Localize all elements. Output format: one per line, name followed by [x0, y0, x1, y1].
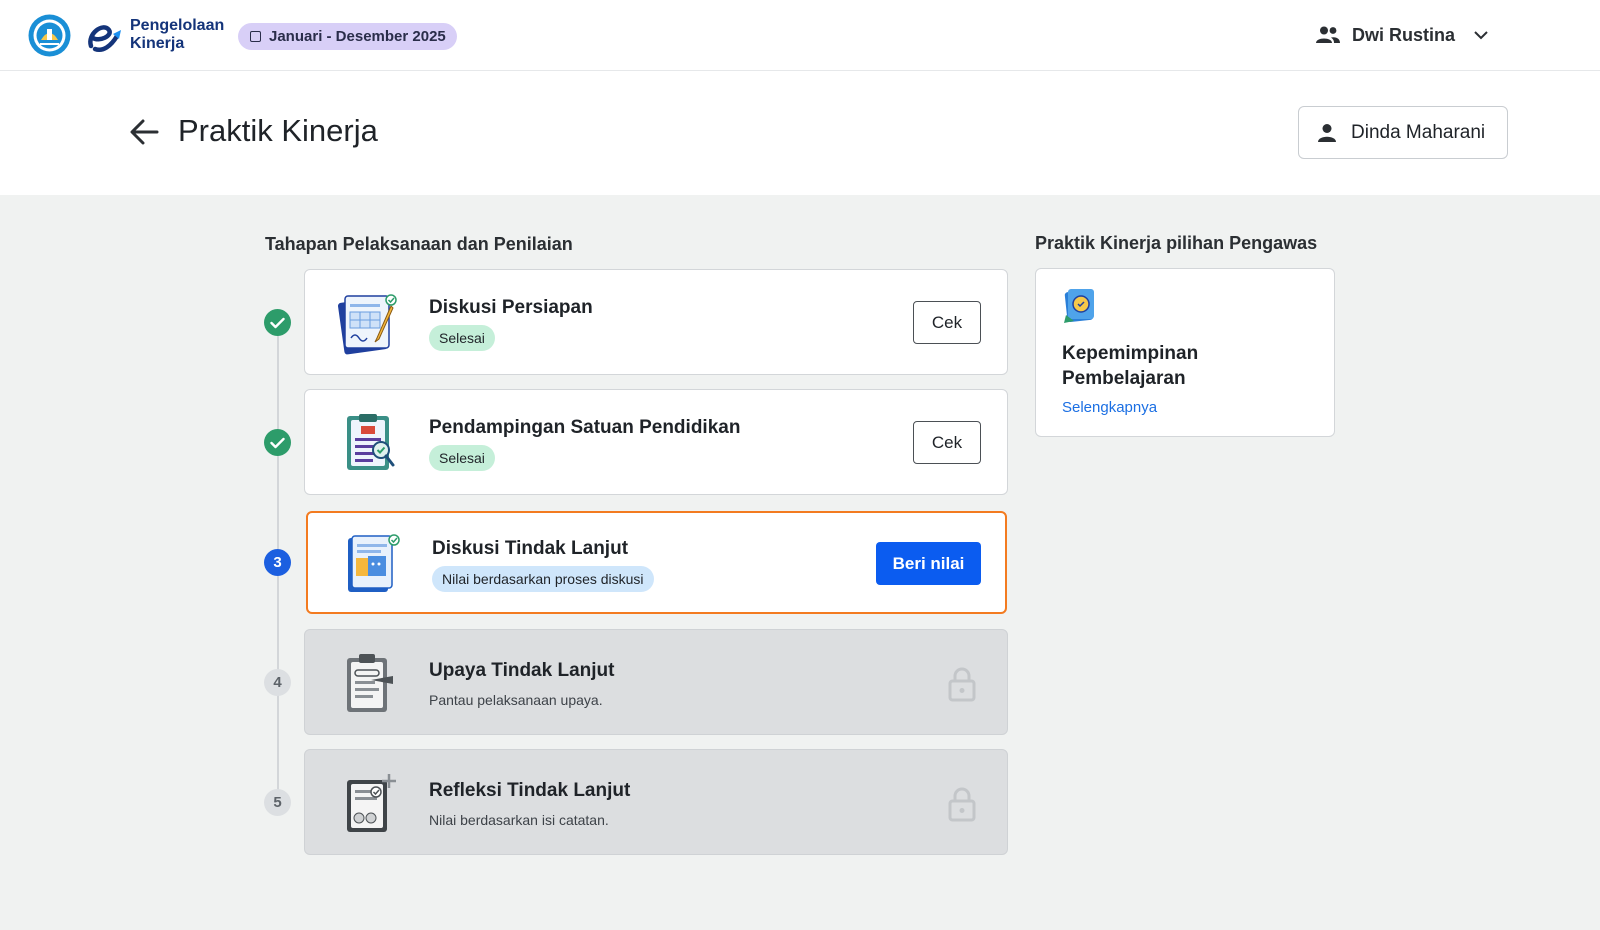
app-name-line2: Kinerja	[130, 35, 185, 52]
step-title: Refleksi Tindak Lanjut	[429, 780, 631, 801]
choice-section-title: Praktik Kinerja pilihan Pengawas	[1035, 233, 1318, 253]
step-1-marker	[264, 309, 291, 336]
step-card-diskusi-persiapan: Diskusi Persiapan Selesai Cek	[304, 269, 1008, 375]
clipboard-icon	[347, 654, 393, 712]
back-button[interactable]	[128, 116, 160, 148]
check-icon	[270, 437, 285, 448]
step-card-pendampingan: Pendampingan Satuan Pendidikan Selesai C…	[304, 389, 1008, 495]
status-badge: Selesai	[429, 325, 495, 351]
gov-emblem-icon	[28, 14, 71, 57]
status-badge: Nilai berdasarkan proses diskusi	[432, 566, 654, 592]
teacher-name: Dinda Maharani	[1351, 121, 1486, 143]
steps-section-title: Tahapan Pelaksanaan dan Penilaian	[265, 234, 573, 254]
step-title: Diskusi Tindak Lanjut	[432, 538, 629, 559]
lock-icon	[948, 667, 976, 702]
beri-nilai-button[interactable]: Beri nilai	[876, 542, 981, 585]
app-logo-icon	[88, 25, 121, 52]
document-icon	[347, 774, 396, 832]
step-3-marker: 3	[264, 549, 291, 576]
page-header: Praktik Kinerja Dinda Maharani	[0, 71, 1600, 195]
step-title: Pendampingan Satuan Pendidikan	[429, 417, 741, 438]
app-name-line1: Pengelolaan	[130, 17, 225, 34]
users-icon	[1316, 26, 1340, 43]
step-card-refleksi-tindak-lanjut: Refleksi Tindak Lanjut Nilai berdasarkan…	[304, 749, 1008, 855]
top-navigation-bar: Pengelolaan Kinerja Januari - Desember 2…	[0, 0, 1600, 71]
lock-icon	[948, 787, 976, 822]
user-name: Dwi Rustina	[1352, 24, 1456, 45]
step-5-marker: 5	[264, 789, 291, 816]
badge-icon	[1064, 289, 1094, 323]
arrow-left-icon	[130, 119, 159, 145]
person-icon	[1318, 123, 1336, 142]
step-card-diskusi-tindak-lanjut: Diskusi Tindak Lanjut Nilai berdasarkan …	[306, 511, 1007, 614]
step-description: Pantau pelaksanaan upaya.	[429, 692, 603, 708]
user-menu[interactable]: Dwi Rustina	[1316, 18, 1489, 52]
cek-button[interactable]: Cek	[913, 421, 981, 464]
selengkapnya-link[interactable]: Selengkapnya	[1062, 399, 1157, 416]
page-title: Praktik Kinerja	[178, 113, 378, 148]
period-text: Januari - Desember 2025	[269, 28, 446, 45]
chevron-down-icon	[1474, 31, 1488, 40]
choice-card[interactable]: Kepemimpinan Pembelajaran Selengkapnya	[1035, 268, 1335, 437]
choice-card-title: Kepemimpinan Pembelajaran	[1062, 343, 1199, 389]
calendar-icon	[250, 31, 261, 42]
step-2-marker	[264, 429, 291, 456]
step-4-marker: 4	[264, 669, 291, 696]
period-badge: Januari - Desember 2025	[238, 23, 457, 50]
step-title: Upaya Tindak Lanjut	[429, 660, 615, 681]
step-description: Nilai berdasarkan isi catatan.	[429, 812, 609, 828]
check-icon	[270, 317, 285, 328]
document-icon	[337, 294, 397, 355]
app-name: Pengelolaan Kinerja	[130, 17, 224, 53]
step-title: Diskusi Persiapan	[429, 297, 593, 318]
teacher-selector[interactable]: Dinda Maharani	[1298, 106, 1508, 159]
document-icon	[347, 414, 395, 470]
step-card-upaya-tindak-lanjut: Upaya Tindak Lanjut Pantau pelaksanaan u…	[304, 629, 1008, 735]
cek-button[interactable]: Cek	[913, 301, 981, 344]
document-icon	[348, 534, 400, 592]
status-badge: Selesai	[429, 445, 495, 471]
